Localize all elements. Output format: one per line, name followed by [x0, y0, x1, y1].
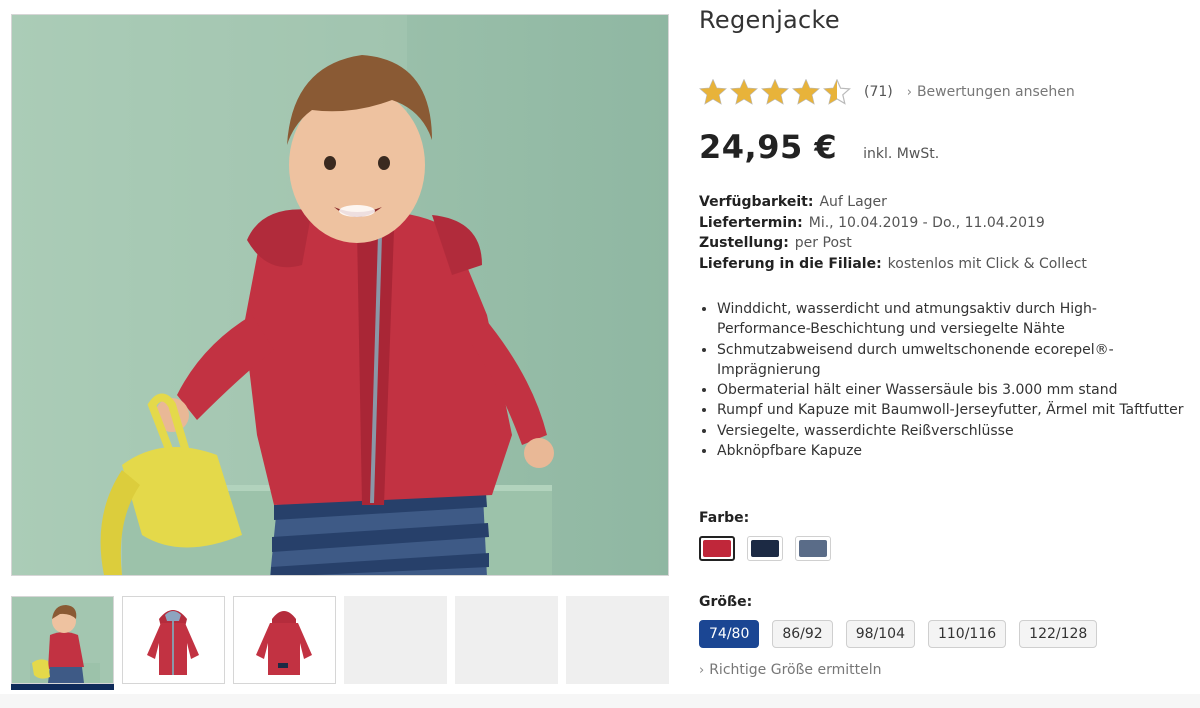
size-guide-link[interactable]: › Richtige Größe ermitteln — [699, 662, 881, 678]
star-icon — [761, 79, 789, 105]
size-options: 74/80 86/92 98/104 110/116 122/128 — [699, 620, 1110, 648]
fact-store-delivery: Lieferung in die Filiale: kostenlos mit C… — [699, 255, 1087, 272]
size-option-button[interactable]: 86/92 — [772, 620, 833, 648]
rating-row: (71) › Bewertungen ansehen — [699, 78, 1075, 106]
star-icon — [792, 79, 820, 105]
fact-shipping: Zustellung: per Post — [699, 235, 852, 251]
size-guide-label: Richtige Größe ermitteln — [709, 662, 882, 678]
fact-availability: Verfügbarkeit: Auf Lager — [699, 194, 887, 210]
feature-item: Versiegelte, wasserdichte Reißverschlüss… — [717, 421, 1187, 441]
color-swatch[interactable] — [699, 536, 735, 561]
color-swatch[interactable] — [795, 536, 831, 561]
size-option-button[interactable]: 122/128 — [1019, 620, 1098, 648]
product-title: Regenjacke — [699, 6, 840, 34]
product-main-image[interactable] — [11, 14, 669, 576]
feature-item: Rumpf und Kapuze mit Baumwoll-Jerseyfutt… — [717, 400, 1187, 420]
color-swatch-fill — [703, 540, 731, 557]
star-icon — [823, 79, 851, 105]
color-swatch-fill — [799, 540, 827, 557]
feature-item: Abknöpfbare Kapuze — [717, 441, 1187, 461]
rating-count: (71) — [864, 84, 893, 100]
color-swatch-fill — [751, 540, 779, 557]
color-label: Farbe: — [699, 510, 750, 526]
feature-item: Obermaterial hält einer Wassersäule bis … — [717, 380, 1187, 400]
thumbnail-jacket-front[interactable] — [122, 596, 225, 684]
size-option-button[interactable]: 110/116 — [927, 620, 1007, 648]
color-swatch[interactable] — [747, 536, 783, 561]
thumbnail-placeholder — [566, 596, 669, 684]
rating-stars — [699, 79, 854, 105]
chevron-right-icon: › — [699, 662, 705, 678]
size-option-button[interactable]: 98/104 — [845, 620, 915, 648]
reviews-link[interactable]: › Bewertungen ansehen — [907, 84, 1075, 100]
thumbnail-placeholder — [344, 596, 447, 684]
fact-delivery-date: Liefertermin: Mi., 10.04.2019 - Do., 11.0… — [699, 214, 1045, 231]
feature-item: Schmutzabweisend durch umweltschonende e… — [717, 340, 1187, 381]
color-swatches — [699, 536, 843, 561]
delivery-facts: Verfügbarkeit: Auf Lager Liefertermin: Mi.… — [699, 192, 1087, 274]
star-icon — [699, 79, 727, 105]
thumbnail-child-wearing-jacket[interactable] — [11, 596, 114, 684]
feature-item: Winddicht, wasserdicht und atmungsaktiv … — [717, 299, 1187, 340]
thumbnail-placeholder — [455, 596, 558, 684]
chevron-right-icon: › — [906, 84, 912, 100]
size-label: Größe: — [699, 594, 753, 610]
price: 24,95 € — [699, 128, 838, 166]
size-option-button[interactable]: 74/80 — [699, 620, 760, 648]
star-icon — [730, 79, 758, 105]
price-row: 24,95 € inkl. MwSt. — [699, 128, 939, 166]
feature-list: Winddicht, wasserdicht und atmungsaktiv … — [699, 299, 1187, 461]
reviews-link-label: Bewertungen ansehen — [916, 84, 1075, 100]
thumbnail-jacket-back[interactable] — [233, 596, 336, 684]
thumbnail-active-indicator — [11, 684, 114, 690]
vat-note: inkl. MwSt. — [863, 146, 940, 162]
page-bottom-strip — [0, 694, 1200, 708]
